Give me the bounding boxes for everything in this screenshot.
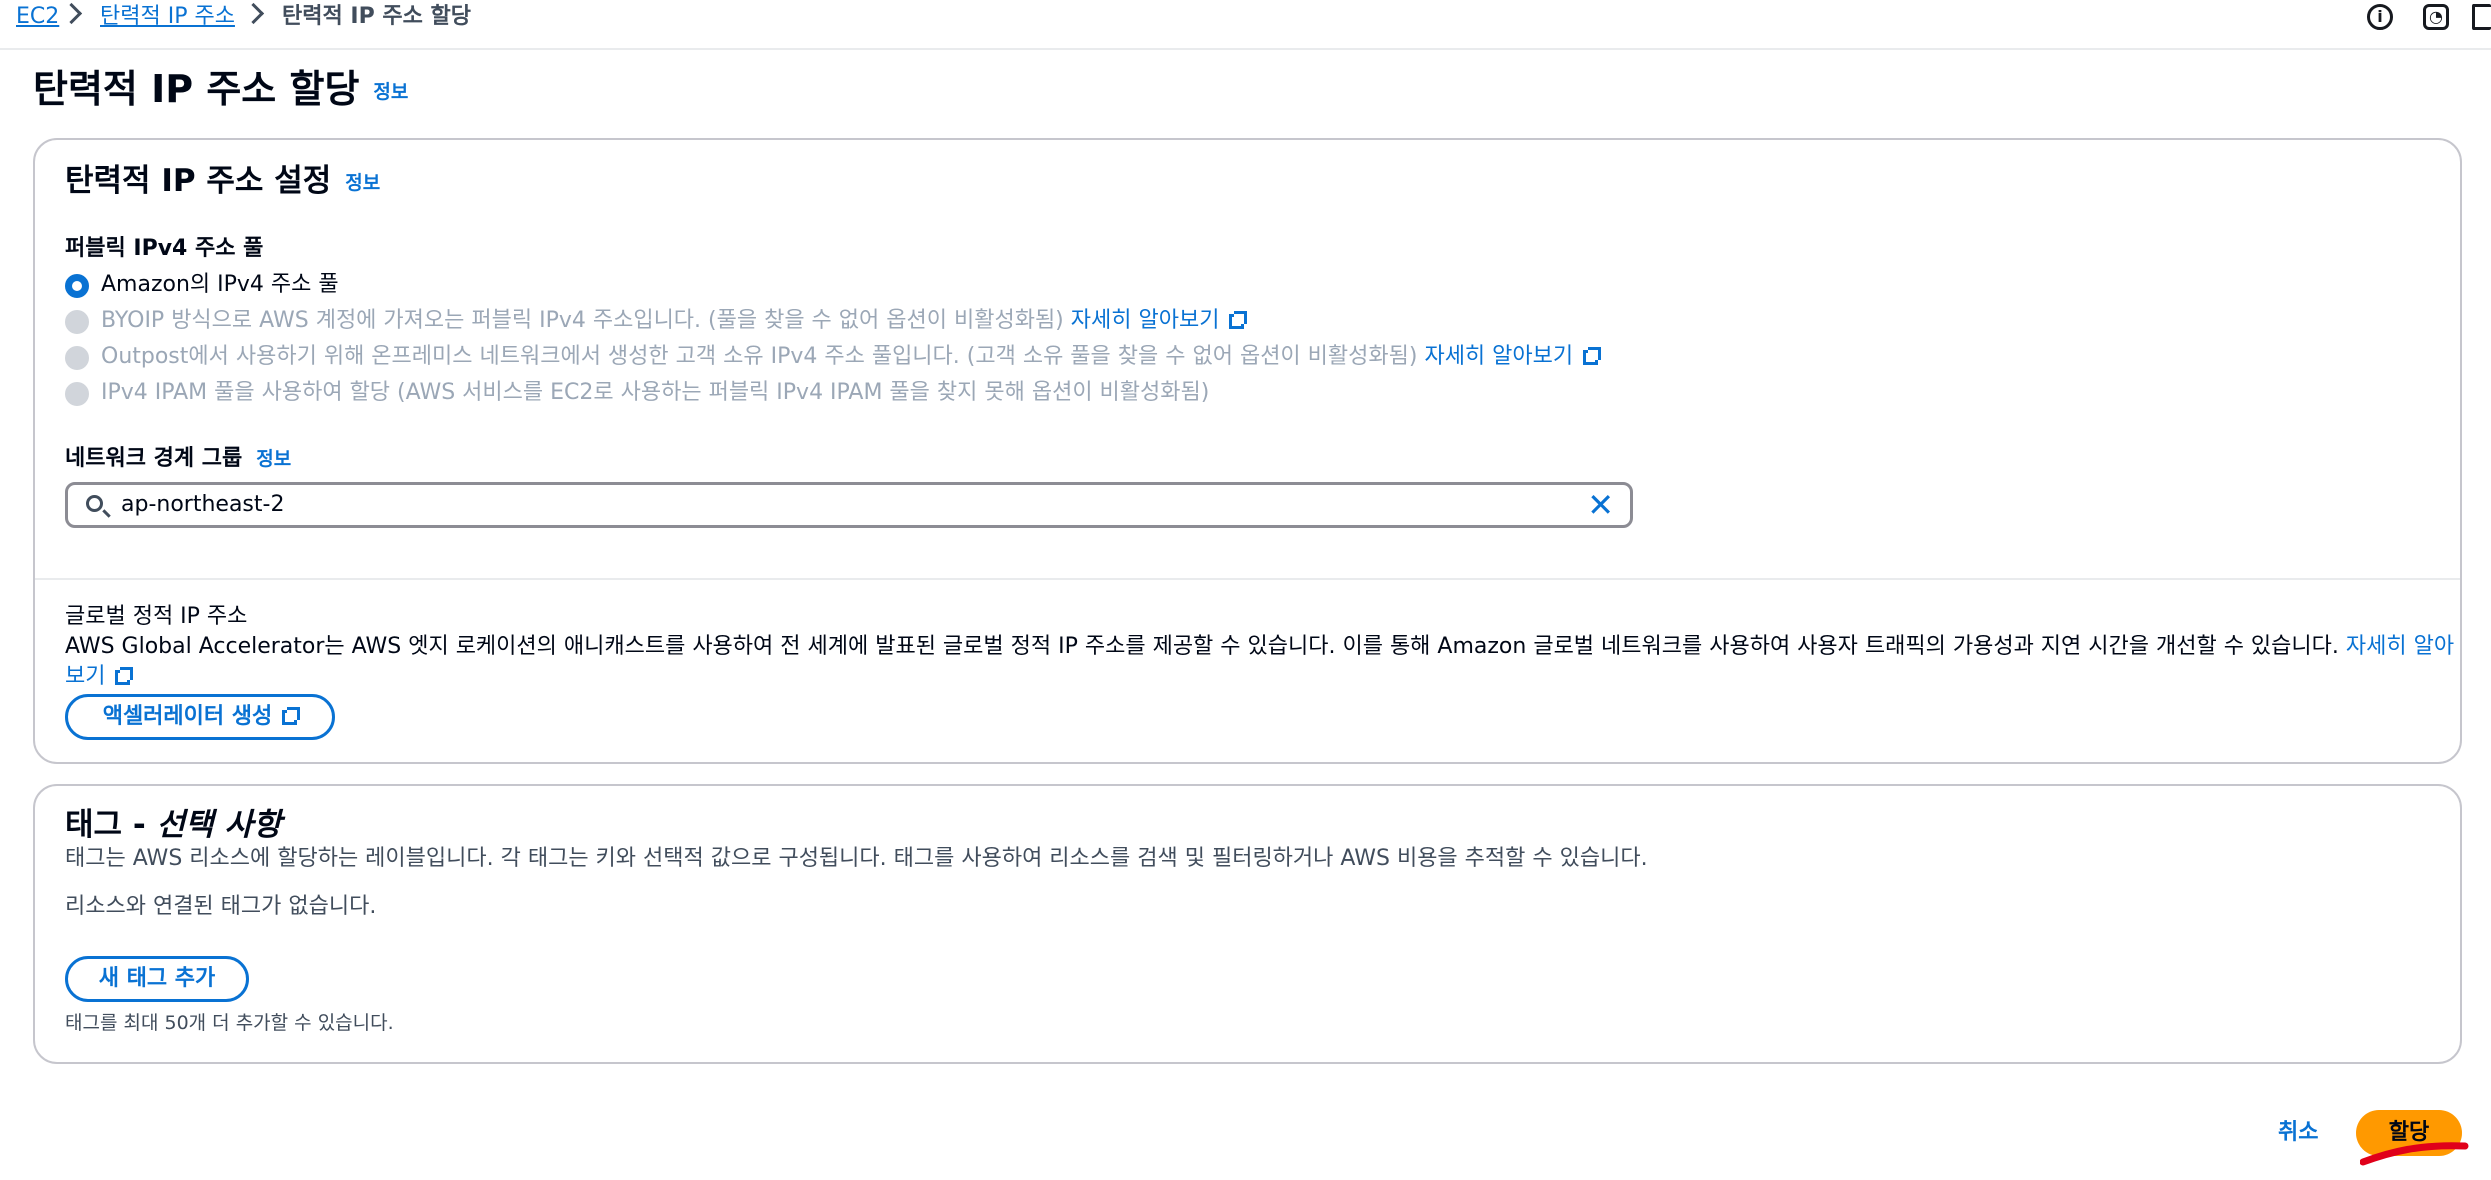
option-label: Outpost에서 사용하기 위해 온프레미스 네트워크에서 생성한 고객 소유… bbox=[101, 344, 1418, 369]
divider bbox=[35, 578, 2460, 580]
network-border-group-input[interactable]: ap-northeast-2 ✕ bbox=[65, 482, 1633, 528]
tags-title-text: 태그 - bbox=[65, 807, 157, 843]
elastic-ip-settings-panel: 탄력적 IP 주소 설정 정보 퍼블릭 IPv4 주소 풀 Amazon의 IPv… bbox=[33, 138, 2462, 764]
external-link-icon bbox=[1229, 311, 1248, 329]
section-title-text: 탄력적 IP 주소 설정 bbox=[65, 163, 332, 199]
radio-disabled bbox=[65, 310, 89, 334]
radio-disabled bbox=[65, 382, 89, 406]
radio-disabled bbox=[65, 346, 89, 370]
network-border-label-text: 네트워크 경계 그룹 bbox=[65, 446, 243, 471]
settings-hexagon-icon[interactable]: ◔ bbox=[2423, 4, 2449, 30]
global-static-ip-title: 글로벌 정적 IP 주소 bbox=[65, 604, 248, 629]
learn-more-link-cont[interactable]: 보기 bbox=[65, 664, 105, 689]
option-label: BYOIP 방식으로 AWS 계정에 가져오는 퍼블릭 IPv4 주소입니다. … bbox=[101, 308, 1064, 333]
learn-more-link[interactable]: 자세히 알아보기 bbox=[1424, 344, 1573, 369]
tags-empty-state: 리소스와 연결된 태그가 없습니다. bbox=[65, 894, 377, 919]
breadcrumb-current: 탄력적 IP 주소 할당 bbox=[282, 4, 471, 29]
info-link[interactable]: 정보 bbox=[256, 448, 291, 470]
option-label: IPv4 IPAM 풀을 사용하여 할당 (AWS 서비스를 EC2로 사용하는… bbox=[101, 380, 1210, 405]
top-bar: EC2 탄력적 IP 주소 탄력적 IP 주소 할당 i ◔ bbox=[0, 0, 2491, 50]
tags-limit-note: 태그를 최대 50개 더 추가할 수 있습니다. bbox=[65, 1012, 394, 1034]
page-title-text: 탄력적 IP 주소 할당 bbox=[33, 67, 360, 111]
annotation-underline bbox=[2360, 1142, 2469, 1166]
breadcrumb-ec2[interactable]: EC2 bbox=[16, 2, 59, 32]
section-title: 탄력적 IP 주소 설정 정보 bbox=[65, 160, 380, 204]
info-icon[interactable]: i bbox=[2367, 4, 2393, 30]
global-static-ip-description: AWS Global Accelerator는 AWS 엣지 로케이션의 애니캐… bbox=[65, 632, 2455, 662]
learn-more-continuation[interactable]: 보기 bbox=[65, 662, 134, 692]
radio-selected[interactable] bbox=[65, 274, 89, 298]
tags-title-optional: 선택 사항 bbox=[156, 807, 282, 843]
chevron-right-icon bbox=[242, 2, 265, 25]
info-link[interactable]: 정보 bbox=[373, 81, 408, 103]
external-link-icon bbox=[1583, 347, 1602, 365]
option-label: Amazon의 IPv4 주소 풀 bbox=[101, 272, 339, 297]
network-border-value[interactable]: ap-northeast-2 bbox=[121, 490, 284, 520]
external-link-icon bbox=[115, 667, 134, 685]
search-icon bbox=[86, 495, 103, 512]
tags-description: 태그는 AWS 리소스에 할당하는 레이블입니다. 각 태그는 키와 선택적 값… bbox=[65, 846, 1648, 871]
create-accelerator-button[interactable]: 액셀러레이터 생성 bbox=[65, 694, 335, 740]
learn-more-link[interactable]: 자세히 알아 bbox=[2346, 634, 2454, 659]
info-link[interactable]: 정보 bbox=[345, 172, 380, 194]
network-border-label: 네트워크 경계 그룹 정보 bbox=[65, 444, 291, 474]
pool-label: 퍼블릭 IPv4 주소 풀 bbox=[65, 236, 264, 261]
add-tag-button[interactable]: 새 태그 추가 bbox=[65, 956, 249, 1002]
breadcrumb-elastic-ips[interactable]: 탄력적 IP 주소 bbox=[100, 2, 235, 32]
clear-icon[interactable]: ✕ bbox=[1587, 488, 1614, 522]
page-title: 탄력적 IP 주소 할당 정보 bbox=[33, 64, 408, 117]
tags-title: 태그 - 선택 사항 bbox=[65, 804, 281, 846]
global-desc-text: AWS Global Accelerator는 AWS 엣지 로케이션의 애니캐… bbox=[65, 634, 2339, 659]
external-link-icon bbox=[282, 707, 301, 725]
create-accelerator-label: 액셀러레이터 생성 bbox=[102, 704, 273, 729]
tags-panel: 태그 - 선택 사항 태그는 AWS 리소스에 할당하는 레이블입니다. 각 태… bbox=[33, 784, 2462, 1064]
learn-more-link[interactable]: 자세히 알아보기 bbox=[1071, 308, 1220, 333]
panel-icon[interactable] bbox=[2472, 4, 2491, 30]
cancel-button[interactable]: 취소 bbox=[2278, 1118, 2318, 1148]
chevron-right-icon bbox=[60, 2, 83, 25]
